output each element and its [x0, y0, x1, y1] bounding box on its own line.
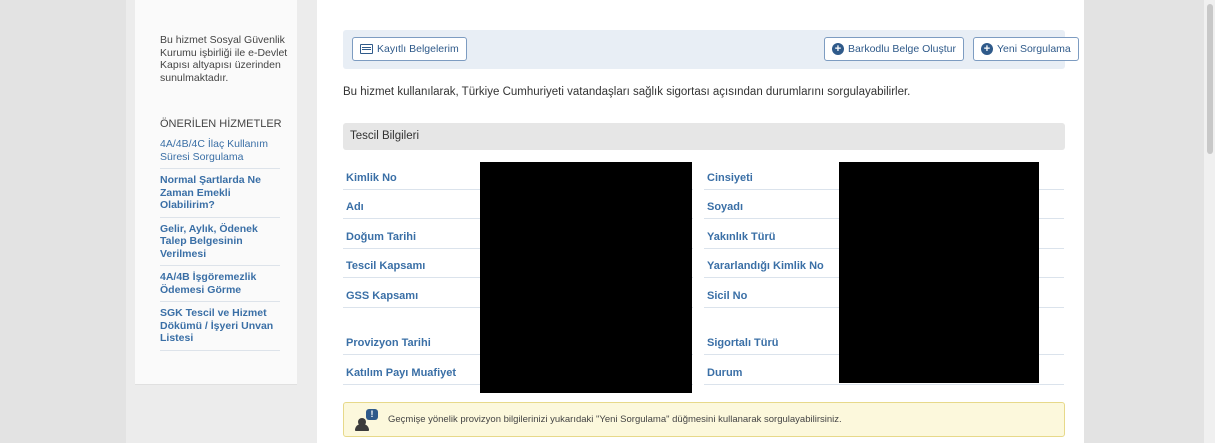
intro-text: Bu hizmet kullanılarak, Türkiye Cumhuriy…: [343, 86, 911, 98]
redacted-values-right: [839, 162, 1039, 383]
plus-circle-icon: +: [981, 43, 993, 55]
sidebar-item-retirement-date[interactable]: Normal Şartlarda Ne Zaman Emekli Olabili…: [160, 172, 280, 218]
service-provider-note: Bu hizmet Sosyal Güvenlik Kurumu işbirli…: [160, 34, 288, 84]
recommended-services-heading: ÖNERİLEN HİZMETLER: [160, 118, 282, 130]
list-icon: [360, 44, 373, 54]
info-notice-text: Geçmişe yönelik provizyon bilgilerinizi …: [388, 414, 842, 425]
create-barcode-document-button[interactable]: + Barkodlu Belge Oluştur: [824, 37, 964, 61]
new-query-label: Yeni Sorgulama: [997, 43, 1071, 55]
new-query-button[interactable]: + Yeni Sorgulama: [973, 37, 1079, 61]
redacted-values-left: [480, 162, 692, 393]
sidebar: Bu hizmet Sosyal Güvenlik Kurumu işbirli…: [135, 0, 297, 385]
page-scrollbar[interactable]: [1204, 0, 1215, 443]
registration-info-header: Tescil Bilgileri: [343, 123, 1065, 150]
info-notice: ! Geçmişe yönelik provizyon bilgileriniz…: [343, 402, 1065, 437]
scrollbar-thumb[interactable]: [1207, 4, 1213, 154]
sidebar-item-income-request[interactable]: Gelir, Aylık, Ödenek Talep Belgesinin Ve…: [160, 221, 280, 266]
saved-documents-label: Kayıtlı Belgelerim: [377, 43, 459, 55]
user-alert-icon: !: [354, 408, 380, 431]
sidebar-item-drug-usage[interactable]: 4A/4B/4C İlaç Kullanım Süresi Sorgulama: [160, 136, 280, 169]
main-content: Kayıtlı Belgelerim + Barkodlu Belge Oluş…: [317, 0, 1084, 443]
plus-circle-icon: +: [832, 43, 844, 55]
recommended-services-list: 4A/4B/4C İlaç Kullanım Süresi Sorgulama …: [160, 136, 280, 354]
saved-documents-button[interactable]: Kayıtlı Belgelerim: [352, 37, 467, 61]
sidebar-item-service-statement[interactable]: SGK Tescil ve Hizmet Dökümü / İşyeri Unv…: [160, 305, 280, 351]
sidebar-item-incapacity-payment[interactable]: 4A/4B İşgöremezlik Ödemesi Görme: [160, 269, 280, 302]
toolbar: Kayıtlı Belgelerim + Barkodlu Belge Oluş…: [343, 30, 1079, 69]
create-barcode-document-label: Barkodlu Belge Oluştur: [848, 43, 956, 55]
